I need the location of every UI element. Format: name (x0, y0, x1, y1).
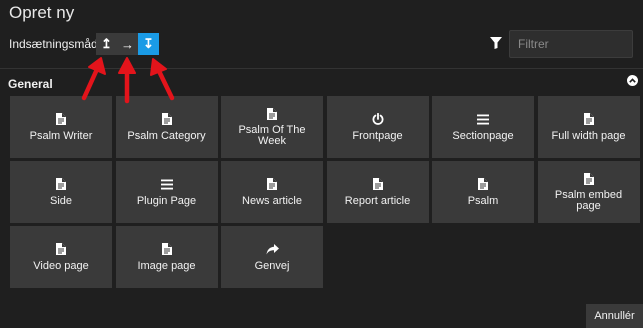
annotation-arrow-left-head (88, 57, 106, 75)
page-type-tile-psalm-writer[interactable]: Psalm Writer (10, 96, 112, 158)
document-icon (56, 113, 66, 126)
page-type-label: Side (49, 194, 73, 207)
page-type-grid: Psalm Writer Psalm Category Psalm Of The W… (10, 96, 640, 288)
power-icon (372, 113, 384, 126)
document-icon (267, 178, 277, 191)
chevron-up-circle-icon[interactable] (627, 75, 638, 86)
page-type-tile-sectionpage[interactable]: Sectionpage (432, 96, 534, 158)
section-title: General (8, 77, 53, 91)
annotation-arrow-middle-head (118, 57, 136, 74)
share-arrow-icon (266, 243, 279, 256)
insert-after-icon: → (121, 36, 134, 52)
page-type-label: Psalm Of The Week (238, 124, 306, 147)
document-icon (267, 107, 277, 120)
document-icon (583, 113, 594, 126)
document-icon (161, 113, 172, 126)
cancel-button[interactable]: Annullér (586, 304, 643, 328)
page-type-label: Psalm (467, 194, 499, 207)
insert-below-button[interactable]: ↧ (138, 33, 159, 55)
page-type-tile-full-width-page[interactable]: Full width page (537, 96, 640, 158)
page-type-label: News article (242, 194, 302, 207)
page-type-tile-psalm[interactable]: Psalm (432, 161, 534, 223)
page-type-tile-psalm-of-the-week[interactable]: Psalm Of The Week (221, 96, 323, 158)
page-type-label: Psalm Category (127, 129, 206, 142)
document-icon (56, 243, 66, 256)
page-type-tile-image-page[interactable]: Image page (115, 226, 218, 288)
page-type-tile-side[interactable]: Side (10, 161, 112, 223)
page-type-label: Psalm Writer (29, 129, 93, 142)
page-type-label: Frontpage (352, 129, 403, 142)
page-type-label: Full width page (551, 129, 626, 142)
insert-after-button[interactable]: → (117, 33, 138, 55)
page-type-label: Image page (137, 259, 196, 272)
page-type-tile-video-page[interactable]: Video page (10, 226, 112, 288)
page-type-tile-frontpage[interactable]: Frontpage (326, 96, 429, 158)
dialog-title: Opret ny (9, 3, 75, 22)
insert-mode-group: ↥ → ↧ (96, 33, 159, 55)
document-icon (56, 178, 66, 191)
annotation-arrow-right-head (150, 58, 167, 76)
page-type-label: Plugin Page (136, 194, 197, 207)
list-icon (160, 178, 173, 191)
page-type-label: Report article (344, 194, 411, 207)
page-type-tile-report-article[interactable]: Report article (326, 161, 429, 223)
page-type-tile-plugin-page[interactable]: Plugin Page (115, 161, 218, 223)
funnel-icon (490, 37, 502, 49)
insert-below-icon: ↧ (143, 36, 154, 51)
document-icon (372, 178, 383, 191)
list-icon (477, 113, 489, 126)
document-icon (583, 172, 594, 185)
header-divider (0, 68, 643, 69)
page-type-tile-psalm-category[interactable]: Psalm Category (115, 96, 218, 158)
annotation-arrow-right (155, 66, 175, 101)
insert-mode-label: Indsætningsmåde (9, 37, 105, 51)
annotation-arrow-left (81, 64, 101, 101)
page-type-label: Video page (33, 259, 89, 272)
page-type-tile-news-article[interactable]: News article (221, 161, 323, 223)
page-type-tile-genvej[interactable]: Genvej (221, 226, 323, 288)
page-type-tile-psalm-embed-page[interactable]: Psalm embed page (537, 161, 640, 223)
filter-input[interactable] (509, 30, 633, 58)
document-icon (478, 178, 488, 191)
insert-above-icon: ↥ (101, 36, 112, 51)
insert-above-button[interactable]: ↥ (96, 33, 117, 55)
page-type-label: Psalm embed page (554, 189, 623, 212)
page-type-label: Genvej (254, 259, 290, 272)
document-icon (161, 243, 172, 256)
page-type-label: Sectionpage (452, 129, 514, 142)
